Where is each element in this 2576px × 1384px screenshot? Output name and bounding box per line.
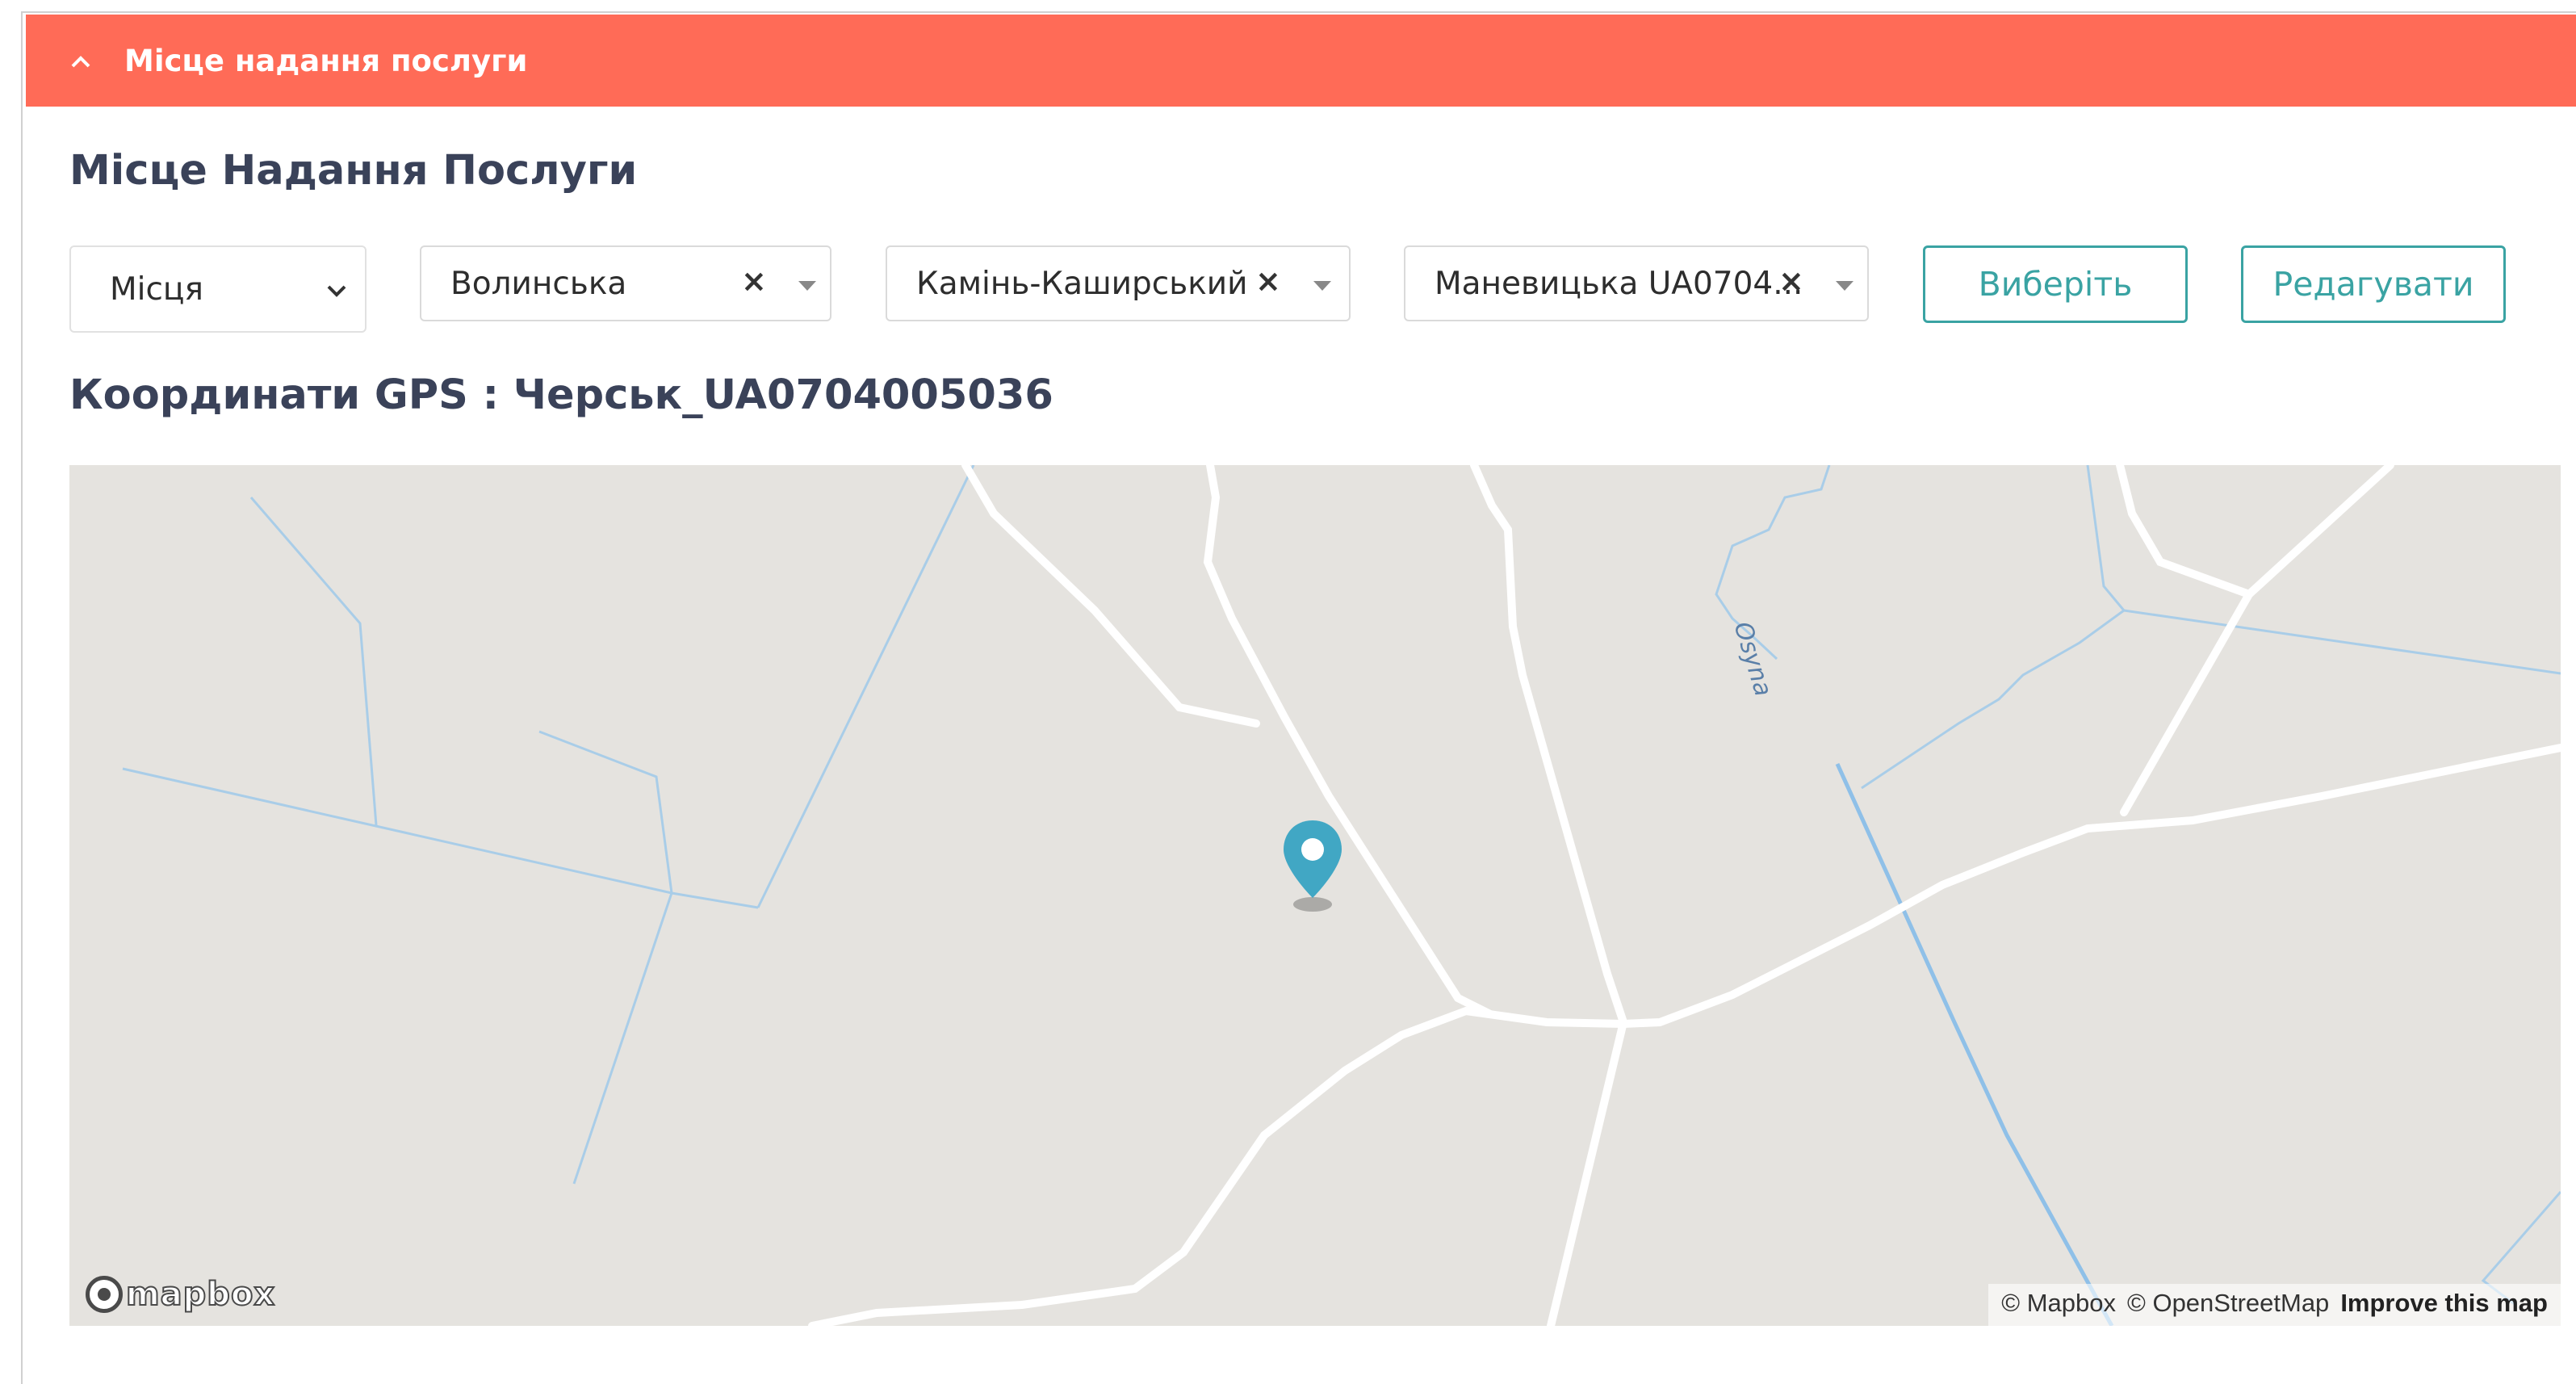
map-attribution: © Mapbox © OpenStreetMap Improve this ma… [1988,1284,2561,1326]
map-pin-icon[interactable] [1280,817,1345,914]
place-type-select[interactable]: Місця [69,245,367,333]
improve-map-link[interactable]: Improve this map [2340,1289,2548,1318]
map-view[interactable]: Osyna mapbox © Mapbox © OpenStreetMap Im… [69,465,2561,1326]
district-value: Камінь-Каширський [916,265,1248,302]
section-title: Місце надання послуги [124,43,528,78]
mapbox-logo[interactable]: mapbox [86,1275,276,1314]
chevron-up-icon[interactable] [48,47,113,74]
region-value: Волинська [450,265,627,302]
gps-coordinates-title: Координати GPS : Черськ_UA0704005036 [69,371,1053,419]
chevron-down-icon [325,275,349,311]
clear-community-icon[interactable]: × [1778,263,1804,299]
clear-district-icon[interactable]: × [1255,263,1281,299]
mapbox-attribution-link[interactable]: © Mapbox [2001,1289,2116,1318]
community-select[interactable]: Маневицька UA0704... × [1404,245,1869,321]
dropdown-caret-icon[interactable] [1313,281,1331,291]
osm-attribution-link[interactable]: © OpenStreetMap [2127,1289,2329,1318]
place-type-value: Місця [110,271,203,308]
mapbox-logo-text: mapbox [125,1275,276,1314]
district-select[interactable]: Камінь-Каширський × [886,245,1351,321]
edit-button[interactable]: Редагувати [2241,245,2506,323]
community-value: Маневицька UA0704... [1435,265,1803,302]
select-button[interactable]: Виберіть [1923,245,2188,323]
dropdown-caret-icon[interactable] [1836,281,1853,291]
clear-region-icon[interactable]: × [741,263,767,299]
page-title: Місце Надання Послуги [69,147,638,195]
mapbox-logo-icon [86,1276,123,1313]
dropdown-caret-icon[interactable] [798,281,816,291]
section-header[interactable]: Місце надання послуги [26,15,2576,107]
region-select[interactable]: Волинська × [420,245,831,321]
